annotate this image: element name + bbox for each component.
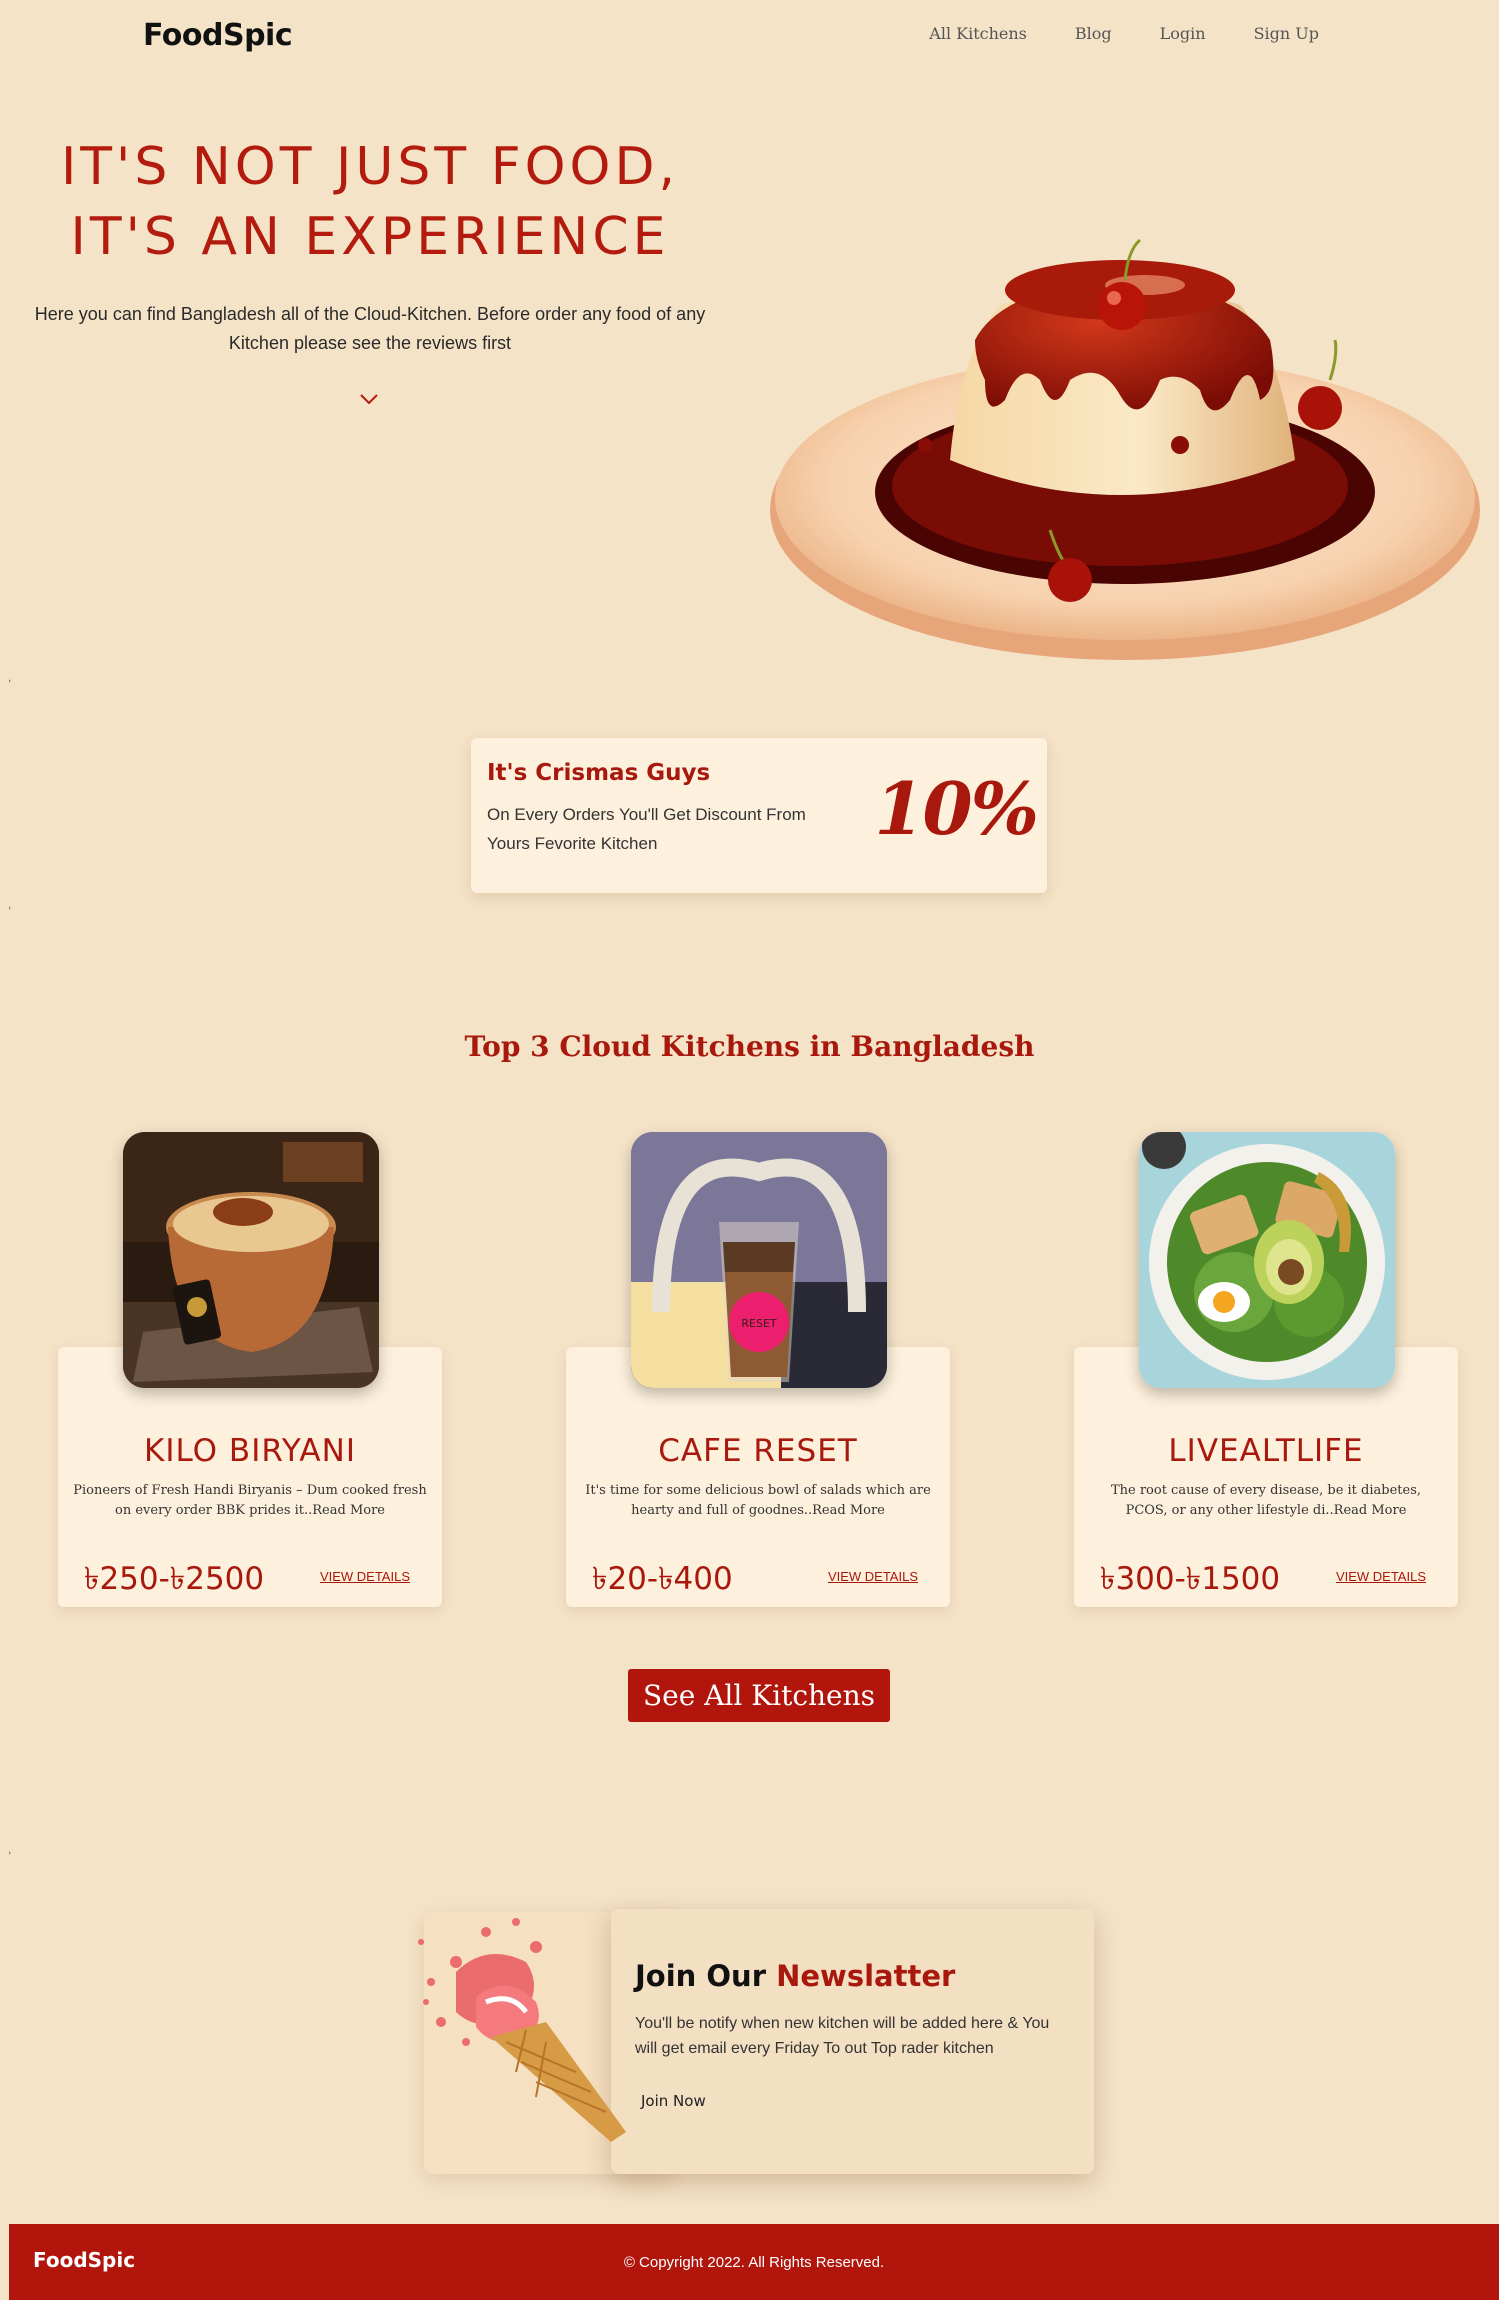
kitchen-name: KILO BIRYANI <box>144 1433 356 1469</box>
stray-marker: , <box>8 670 12 684</box>
kitchen-image-cafe-reset[interactable]: RESET <box>631 1132 887 1388</box>
view-details-link[interactable]: VIEW DETAILS <box>1336 1569 1426 1584</box>
top-kitchens-title: Top 3 Cloud Kitchens in Bangladesh <box>464 1030 1035 1063</box>
newsletter-title-accent: Newslatter <box>776 1959 956 1993</box>
nav-login[interactable]: Login <box>1160 24 1206 43</box>
svg-text:RESET: RESET <box>741 1317 777 1330</box>
kitchen-description: It's time for some delicious bowl of sal… <box>585 1483 931 1518</box>
promo-discount: 10% <box>874 766 1039 851</box>
kitchen-image-biryani[interactable] <box>123 1132 379 1388</box>
hero-description: Here you can find Bangladesh all of the … <box>34 304 706 353</box>
see-all-kitchens-button[interactable]: See All Kitchens <box>628 1669 890 1722</box>
kitchen-name: LIVEALTLIFE <box>1168 1433 1364 1469</box>
site-logo[interactable]: FoodSpic <box>143 18 293 53</box>
kitchen-price-range: ৳300-৳1500 <box>1100 1561 1281 1597</box>
promo-title: It's Crismas Guys <box>487 760 711 786</box>
kitchen-price-range: ৳20-৳400 <box>592 1561 733 1597</box>
stray-marker: , <box>8 1842 12 1856</box>
site-footer: FoodSpic © Copyright 2022. All Rights Re… <box>9 2224 1499 2300</box>
view-details-link[interactable]: VIEW DETAILS <box>828 1569 918 1584</box>
hero-title: IT'S NOT JUST FOOD, IT'S AN EXPERIENCE <box>0 132 740 272</box>
stray-marker: , <box>8 897 12 911</box>
hero-title-line-1: IT'S NOT JUST FOOD, <box>60 137 680 197</box>
footer-copyright: © Copyright 2022. All Rights Reserved. <box>623 2254 885 2271</box>
chevron-down-icon[interactable] <box>358 388 380 410</box>
nav-all-kitchens[interactable]: All Kitchens <box>929 24 1027 43</box>
join-now-button[interactable]: Join Now <box>641 2092 706 2110</box>
view-details-link[interactable]: VIEW DETAILS <box>320 1569 410 1584</box>
kitchen-name: CAFE RESET <box>658 1433 858 1469</box>
main-nav: All Kitchens Blog Login Sign Up <box>929 24 1319 43</box>
kitchen-description: Pioneers of Fresh Handi Biryanis – Dum c… <box>73 1483 427 1518</box>
nav-sign-up[interactable]: Sign Up <box>1254 24 1319 43</box>
newsletter-title: Join Our Newslatter <box>635 1959 955 1993</box>
hero-title-line-2: IT'S AN EXPERIENCE <box>70 207 670 267</box>
newsletter-card: Join Our Newslatter You'll be notify whe… <box>611 1909 1094 2174</box>
pudding-image <box>770 238 1480 660</box>
ice-cream-image <box>418 1918 626 2142</box>
promo-text: On Every Orders You'll Get Discount From… <box>487 805 806 853</box>
kitchen-image-salad[interactable] <box>1139 1132 1395 1388</box>
nav-blog[interactable]: Blog <box>1075 24 1112 43</box>
kitchen-description: The root cause of every disease, be it d… <box>1110 1483 1422 1518</box>
christmas-discount-card: It's Crismas Guys On Every Orders You'll… <box>471 738 1047 893</box>
newsletter-text: You'll be notify when new kitchen will b… <box>635 2015 1050 2057</box>
newsletter-title-main: Join Our <box>635 1959 766 1993</box>
kitchen-price-range: ৳250-৳2500 <box>84 1561 265 1597</box>
